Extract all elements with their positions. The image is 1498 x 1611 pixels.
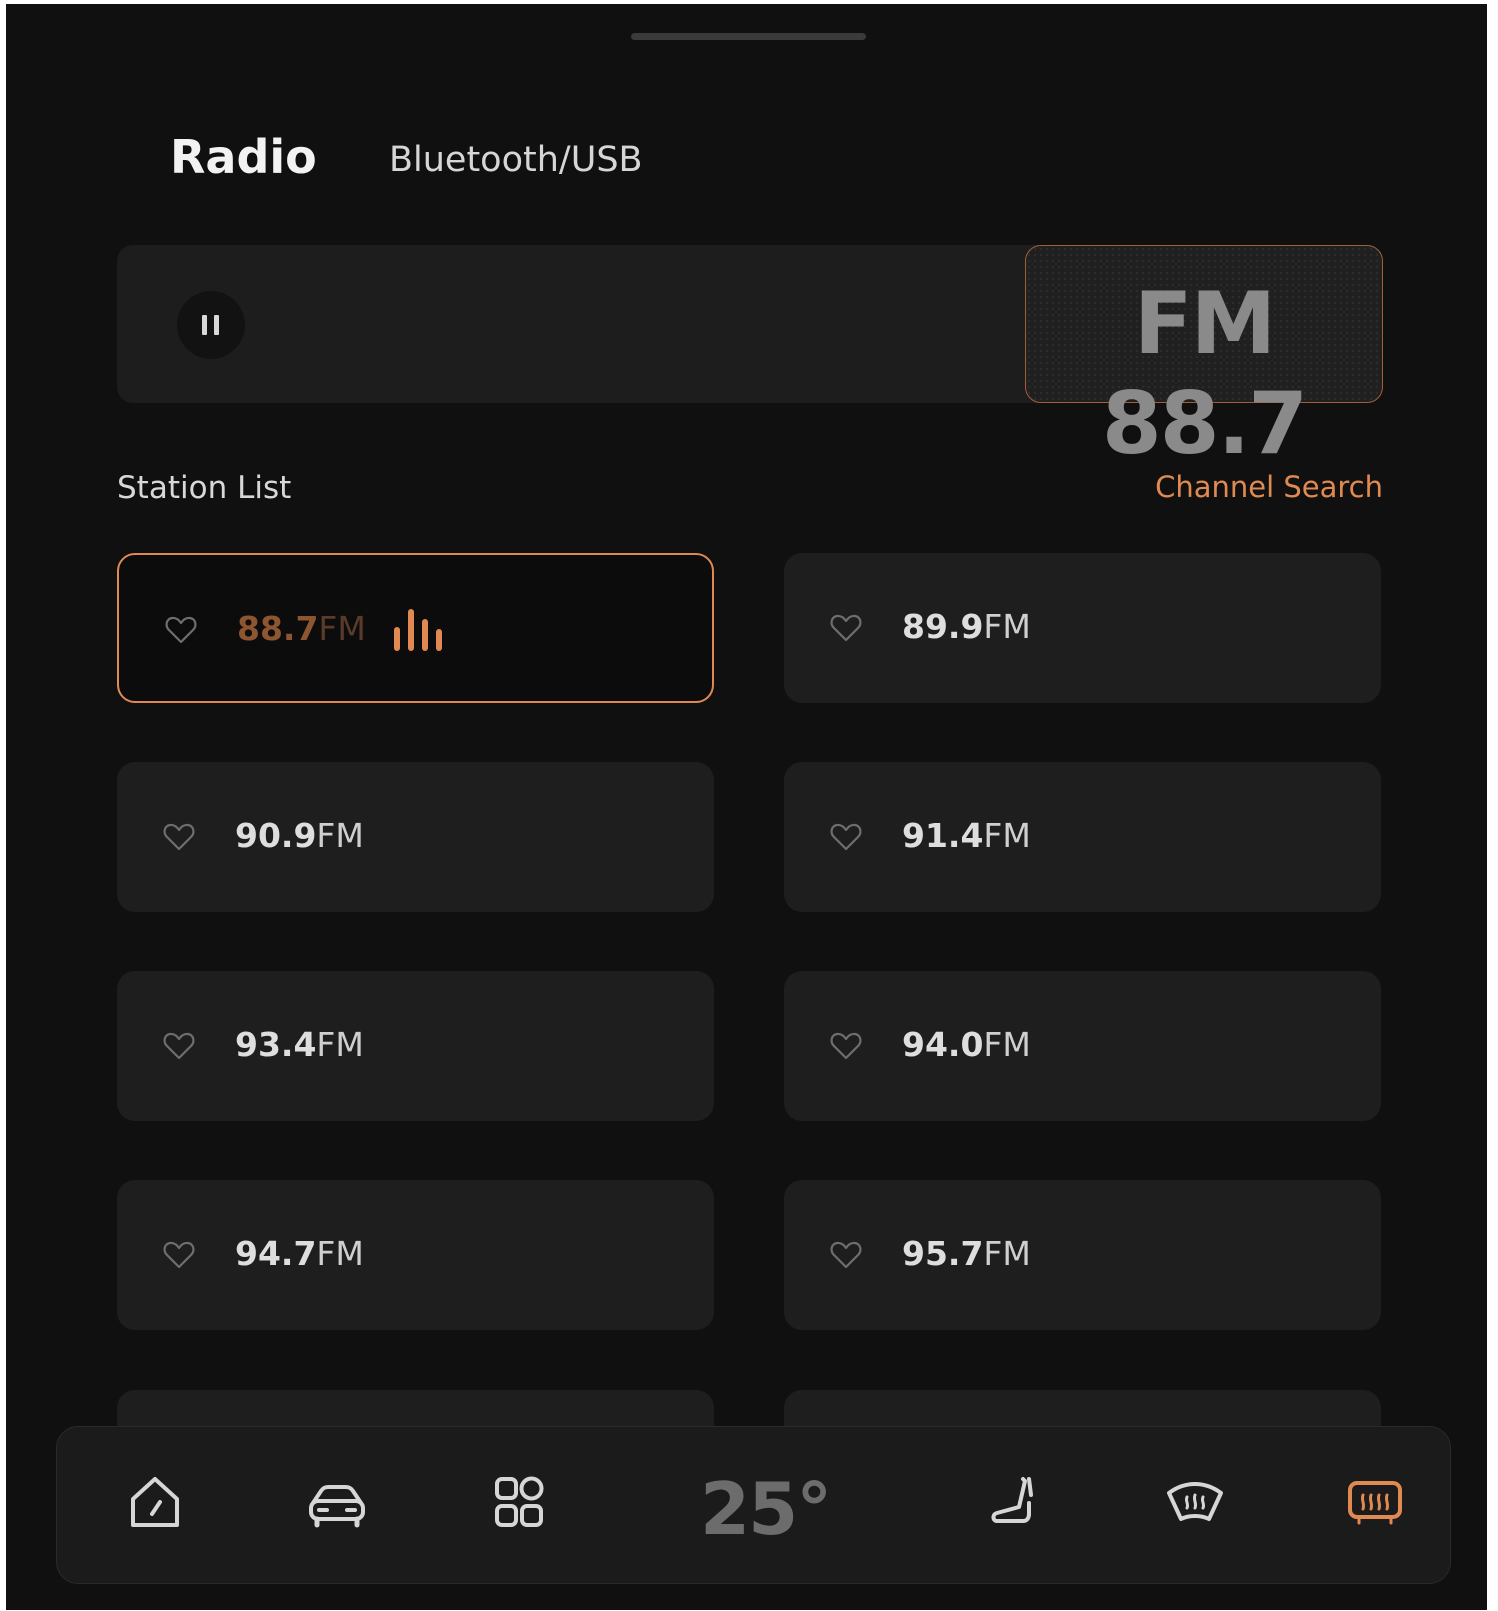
station-frequency-unit: FM bbox=[318, 609, 366, 648]
station-frequency-unit: FM bbox=[316, 1234, 364, 1273]
station-frequency-value: 91.4 bbox=[902, 816, 984, 855]
pause-button[interactable] bbox=[177, 291, 245, 359]
station-card[interactable]: 93.4FM bbox=[117, 971, 714, 1121]
station-card[interactable]: 94.7FM bbox=[117, 1180, 714, 1330]
station-frequency-unit: FM bbox=[983, 607, 1031, 646]
station-frequency-value: 88.7 bbox=[237, 609, 319, 648]
station-card[interactable]: 91.4FM bbox=[784, 762, 1381, 912]
station-frequency-value: 89.9 bbox=[902, 607, 984, 646]
tab-radio[interactable]: Radio bbox=[170, 130, 317, 184]
station-frequency: 91.4FM bbox=[902, 816, 1031, 855]
heart-icon[interactable] bbox=[163, 1031, 195, 1061]
car-icon[interactable] bbox=[307, 1473, 367, 1533]
heart-icon[interactable] bbox=[163, 822, 195, 852]
station-card[interactable]: 90.9FM bbox=[117, 762, 714, 912]
station-frequency-unit: FM bbox=[983, 1025, 1031, 1064]
station-frequency-unit: FM bbox=[316, 816, 364, 855]
apps-icon[interactable] bbox=[489, 1473, 549, 1533]
station-card[interactable]: 95.7FM bbox=[784, 1180, 1381, 1330]
station-frequency: 89.9FM bbox=[902, 607, 1031, 646]
station-card[interactable]: 88.7FM bbox=[117, 553, 714, 703]
equalizer-icon bbox=[394, 609, 442, 651]
station-frequency-unit: FM bbox=[983, 1234, 1031, 1273]
heart-icon[interactable] bbox=[165, 615, 197, 645]
pause-icon bbox=[202, 315, 207, 335]
station-frequency-value: 94.0 bbox=[902, 1025, 984, 1064]
station-card[interactable]: 94.0FM bbox=[784, 971, 1381, 1121]
station-frequency: 88.7FM bbox=[237, 609, 366, 648]
station-frequency: 94.0FM bbox=[902, 1025, 1031, 1064]
station-frequency: 94.7FM bbox=[235, 1234, 364, 1273]
station-frequency-value: 90.9 bbox=[235, 816, 317, 855]
frequency-display: FM 88.7 bbox=[1025, 245, 1383, 474]
now-playing-panel: FM 88.7 bbox=[117, 245, 1383, 474]
radio-screen: Radio Bluetooth/USB FM 88.7 Station List… bbox=[6, 4, 1487, 1610]
station-frequency-unit: FM bbox=[983, 816, 1031, 855]
station-card[interactable]: 89.9FM bbox=[784, 553, 1381, 703]
seat-icon[interactable] bbox=[985, 1473, 1045, 1533]
rear-defrost-icon[interactable] bbox=[1345, 1473, 1405, 1533]
home-icon[interactable] bbox=[125, 1473, 185, 1533]
frequency-display-text: FM 88.7 bbox=[1101, 274, 1308, 474]
station-frequency-value: 94.7 bbox=[235, 1234, 317, 1273]
station-frequency: 95.7FM bbox=[902, 1234, 1031, 1273]
heart-icon[interactable] bbox=[830, 1031, 862, 1061]
pause-icon-bar bbox=[214, 315, 219, 335]
bottom-dock: 25° bbox=[56, 1426, 1451, 1584]
heart-icon[interactable] bbox=[163, 1240, 195, 1270]
station-frequency-value: 93.4 bbox=[235, 1025, 317, 1064]
station-frequency-value: 95.7 bbox=[902, 1234, 984, 1273]
station-list-title: Station List bbox=[117, 470, 292, 506]
station-frequency: 90.9FM bbox=[235, 816, 364, 855]
heart-icon[interactable] bbox=[830, 613, 862, 643]
temperature-display[interactable]: 25° bbox=[700, 1467, 832, 1551]
tab-bluetooth-usb[interactable]: Bluetooth/USB bbox=[389, 140, 643, 180]
channel-search-button[interactable]: Channel Search bbox=[1155, 470, 1383, 504]
drag-handle[interactable] bbox=[631, 33, 866, 40]
heart-icon[interactable] bbox=[830, 1240, 862, 1270]
front-defrost-icon[interactable] bbox=[1165, 1473, 1225, 1533]
station-frequency-unit: FM bbox=[316, 1025, 364, 1064]
heart-icon[interactable] bbox=[830, 822, 862, 852]
station-frequency: 93.4FM bbox=[235, 1025, 364, 1064]
